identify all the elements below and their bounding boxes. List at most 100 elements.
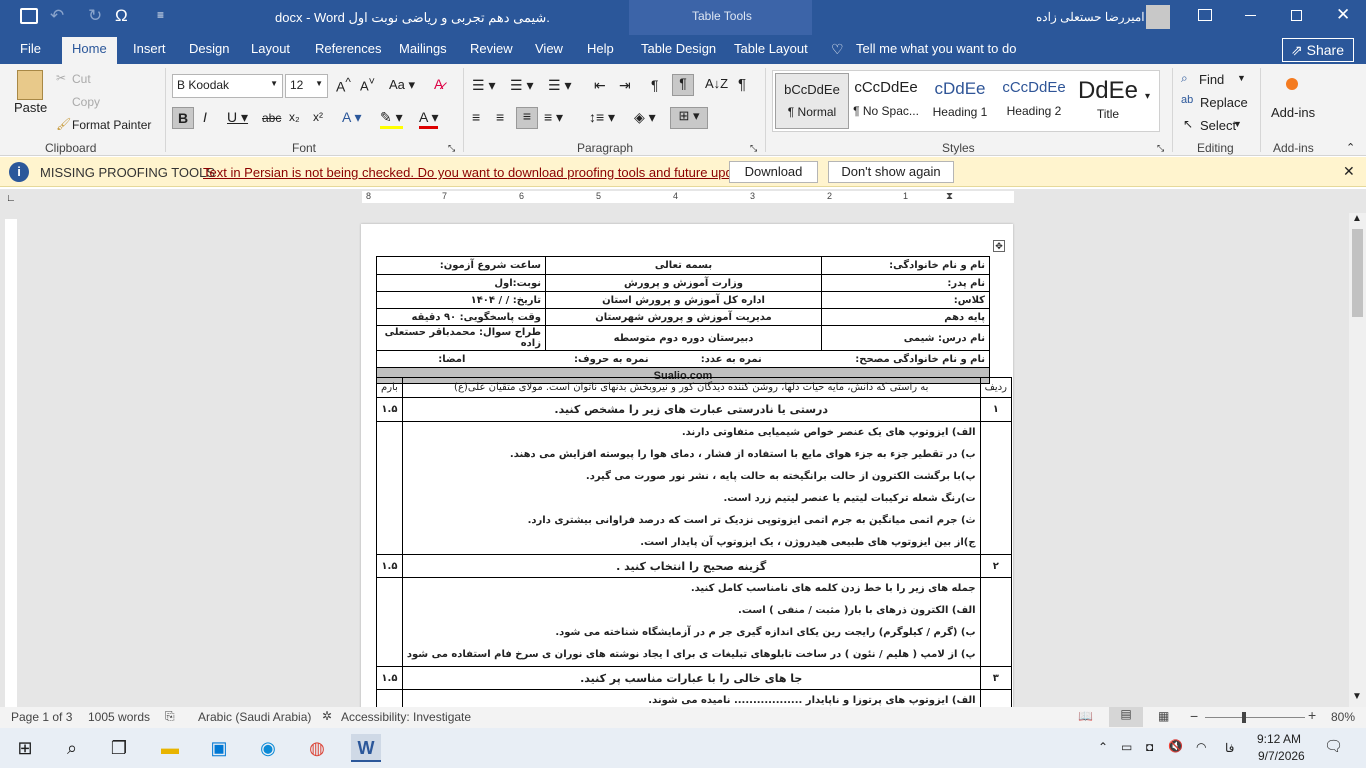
tab-table-layout[interactable]: Table Layout xyxy=(734,41,808,56)
find-button[interactable]: Find xyxy=(1199,72,1224,87)
tab-home[interactable]: Home xyxy=(62,37,117,64)
start-time-cell[interactable]: ساعت شروع آزمون: xyxy=(376,256,546,275)
camera-icon[interactable]: ◘ xyxy=(1146,740,1153,754)
select-button[interactable]: Select xyxy=(1200,118,1236,133)
redo-icon[interactable]: ↻ xyxy=(88,6,102,26)
battery-icon[interactable]: ▭ xyxy=(1121,740,1132,754)
copy-button[interactable]: Copy xyxy=(72,95,100,109)
tab-review[interactable]: Review xyxy=(470,41,513,56)
date-cell[interactable]: تاریخ: / / ۱۴۰۴ xyxy=(376,291,546,309)
underline-icon[interactable]: U ▾ xyxy=(227,109,248,126)
style-heading-1[interactable]: cDdEe Heading 1 xyxy=(923,79,997,119)
zoom-slider[interactable] xyxy=(1205,717,1305,718)
styles-dialog-icon[interactable]: ⤡ xyxy=(1157,143,1164,154)
indent-marker-icon[interactable]: ⧗ xyxy=(946,191,953,202)
search-icon[interactable]: ⌕ xyxy=(57,734,87,762)
zoom-out-icon[interactable]: − xyxy=(1190,708,1198,724)
italic-icon[interactable]: I xyxy=(203,109,207,125)
scroll-down-icon[interactable]: ▼ xyxy=(1352,691,1362,702)
style-heading-2[interactable]: cCcDdEe Heading 2 xyxy=(997,79,1071,118)
tab-help[interactable]: Help xyxy=(587,41,614,56)
grader-row[interactable]: نام و نام خانوادگی مصحح: نمره به عدد: نم… xyxy=(376,350,990,368)
decrease-indent-icon[interactable]: ⇤ xyxy=(594,77,606,94)
student-name-cell[interactable]: نام و نام خانوادگی: xyxy=(821,256,990,275)
text-effects-icon[interactable]: A ▾ xyxy=(342,109,361,126)
chrome-icon[interactable]: ◍ xyxy=(302,734,332,762)
font-size-select[interactable]: 12 ▼ xyxy=(285,74,328,98)
shading-icon[interactable]: ◈ ▾ xyxy=(634,109,656,126)
addins-button[interactable]: Add-ins xyxy=(1271,105,1315,120)
paragraph-dialog-icon[interactable]: ⤡ xyxy=(750,143,757,154)
notifications-icon[interactable]: 🗨 xyxy=(1324,737,1343,755)
font-dialog-icon[interactable]: ⤡ xyxy=(448,143,455,154)
line-spacing-icon[interactable]: ↕≡ ▾ xyxy=(589,109,615,126)
windows-start-icon[interactable]: ⊞ xyxy=(10,734,40,762)
network-icon[interactable]: ◠ xyxy=(1196,740,1206,754)
save-icon[interactable] xyxy=(20,8,38,24)
infobar-message-link[interactable]: Text in Persian is not being checked. Do… xyxy=(203,165,765,180)
word-count[interactable]: 1005 words xyxy=(88,710,150,724)
question-title[interactable]: درستی یا نادرستی عبارت های زیر را مشخص ک… xyxy=(401,397,981,422)
bold-icon[interactable]: B xyxy=(172,107,194,129)
numbering-icon[interactable]: ☰ ▾ xyxy=(510,77,533,94)
table-move-handle-icon[interactable]: ✥ xyxy=(993,240,1005,252)
document-page[interactable]: ✥ نام و نام خانوادگی: بسمه تعالی ساعت شر… xyxy=(361,224,1013,724)
share-button[interactable]: ⇗ Share xyxy=(1282,38,1354,62)
font-name-select[interactable]: B Koodak ▼ xyxy=(172,74,283,98)
multilevel-list-icon[interactable]: ☰ ▾ xyxy=(548,77,571,94)
ribbon-display-icon[interactable] xyxy=(1198,9,1212,21)
input-language[interactable]: فا xyxy=(1225,741,1234,755)
strikethrough-icon[interactable]: abc xyxy=(262,111,281,125)
download-button[interactable]: Download xyxy=(729,161,818,183)
scroll-up-icon[interactable]: ▲ xyxy=(1352,213,1362,224)
language-indicator[interactable]: Arabic (Saudi Arabia) xyxy=(198,710,311,724)
change-case-icon[interactable]: Aa ▾ xyxy=(389,77,415,93)
increase-indent-icon[interactable]: ⇥ xyxy=(619,77,631,94)
scroll-thumb[interactable] xyxy=(1352,229,1363,317)
undo-icon[interactable]: ↶ xyxy=(50,6,64,26)
shrink-font-icon[interactable]: A˅ xyxy=(360,76,375,93)
volume-muted-icon[interactable]: 🔇 xyxy=(1168,739,1183,753)
clock-time[interactable]: 9:12 AM xyxy=(1257,732,1301,746)
rtl-direction-icon[interactable]: ¶ xyxy=(672,74,694,96)
zoom-in-icon[interactable]: + xyxy=(1308,707,1316,723)
align-left-icon[interactable]: ≡ xyxy=(472,109,480,125)
close-icon[interactable]: ✕ xyxy=(1336,5,1350,25)
zoom-level[interactable]: 80% xyxy=(1331,710,1355,724)
style-no-spacing[interactable]: cCcDdEe ¶ No Spac... xyxy=(849,79,923,118)
subscript-icon[interactable]: x₂ xyxy=(289,110,300,124)
question-title[interactable]: جا های خالی را با عبارات مناسب پر کنید. xyxy=(401,666,981,690)
designer-cell[interactable]: طراح سوال: محمدباقر حستعلی زاده xyxy=(376,325,546,351)
vertical-scrollbar[interactable]: ▲ ▼ xyxy=(1349,213,1366,707)
user-name[interactable]: امیررضا حستعلی زاده xyxy=(1036,10,1145,24)
term-cell[interactable]: نوبت:اول xyxy=(376,274,546,292)
question-body[interactable]: جمله های زیر را با خط زدن کلمه های نامنا… xyxy=(401,577,981,667)
tab-references[interactable]: References xyxy=(315,41,381,56)
style-title[interactable]: DdEe Title xyxy=(1071,79,1145,122)
tab-selector-icon[interactable]: ∟ xyxy=(6,193,16,204)
store-icon[interactable]: ▣ xyxy=(204,734,234,762)
close-icon[interactable]: ✕ xyxy=(1343,163,1355,180)
replace-button[interactable]: Replace xyxy=(1200,95,1248,110)
duration-cell[interactable]: وقت پاسخگویی: ۹۰ دقیقه xyxy=(376,308,546,326)
avatar[interactable] xyxy=(1146,5,1170,29)
lightbulb-icon[interactable]: ♡ xyxy=(831,41,844,58)
collapse-ribbon-icon[interactable]: ⌃ xyxy=(1346,141,1355,154)
word-icon[interactable]: W xyxy=(351,734,381,762)
question-body[interactable]: الف) ایزوتوپ های یک عنصر خواص شیمیایی مت… xyxy=(401,421,981,555)
qat-more-icon[interactable]: ≡ xyxy=(157,8,164,22)
clock-date[interactable]: 9/7/2026 xyxy=(1258,749,1305,763)
styles-scroll-icon[interactable]: ▾ xyxy=(1145,91,1150,102)
tab-mailings[interactable]: Mailings xyxy=(399,41,447,56)
grade-cell[interactable]: پایه دهم xyxy=(821,308,990,326)
paste-button[interactable]: Paste xyxy=(14,70,47,130)
file-explorer-icon[interactable]: ▬ xyxy=(155,734,185,762)
font-color-icon[interactable]: A ▾ xyxy=(419,109,439,129)
sort-icon[interactable]: A↓Z xyxy=(705,76,728,91)
web-layout-icon[interactable]: ▦ xyxy=(1158,709,1169,723)
grow-font-icon[interactable]: A^ xyxy=(336,76,351,95)
tab-insert[interactable]: Insert xyxy=(133,41,166,56)
edge-icon[interactable]: ◉ xyxy=(253,734,283,762)
tray-chevron-icon[interactable]: ⌃ xyxy=(1098,740,1108,754)
style-normal[interactable]: bCcDdEe ¶ Normal xyxy=(775,73,849,129)
